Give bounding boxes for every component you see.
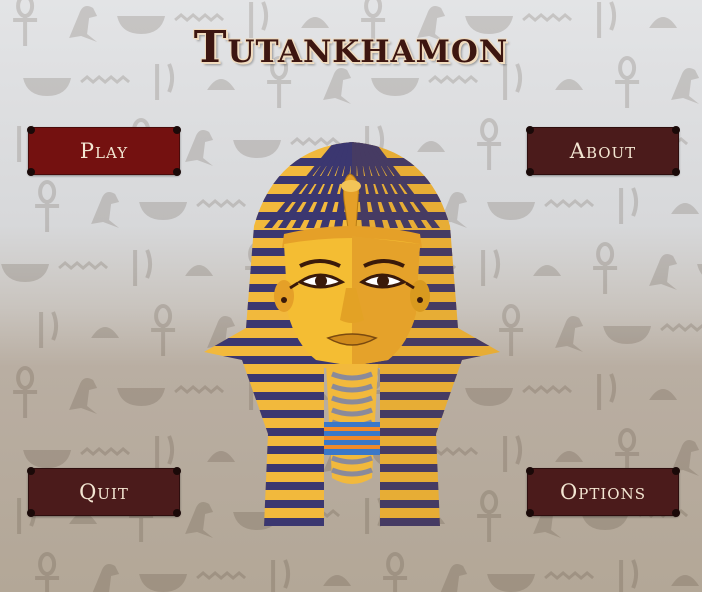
hieroglyph-bird-icon: [671, 68, 700, 104]
button-rivet: [526, 126, 534, 134]
hieroglyph-reed-icon: [39, 310, 59, 350]
headdress-stripe: [204, 500, 500, 508]
hieroglyph-reed-icon: [155, 434, 175, 474]
pharaoh-mask-icon: [204, 142, 500, 526]
button-rivet: [526, 168, 534, 176]
hieroglyph-bread-icon: [671, 575, 700, 586]
play-button-label: Play: [79, 139, 129, 163]
hieroglyph-zigzag-icon: [659, 323, 702, 332]
hieroglyph-bowl-icon: [23, 450, 72, 468]
about-button[interactable]: About: [526, 126, 680, 176]
button-rivet: [672, 509, 680, 517]
button-rivet: [173, 509, 181, 517]
hieroglyph-bread-icon: [555, 79, 584, 90]
play-button[interactable]: Play: [27, 126, 181, 176]
hieroglyph-zigzag-icon: [79, 75, 131, 84]
hieroglyph-bowl-icon: [1, 264, 50, 282]
button-rivet: [672, 126, 680, 134]
hieroglyph-zigzag-icon: [427, 75, 479, 84]
button-rivet: [526, 509, 534, 517]
quit-button[interactable]: Quit: [27, 467, 181, 517]
hieroglyph-reed-icon: [597, 372, 617, 412]
hieroglyph-bird-icon: [91, 564, 120, 592]
options-button[interactable]: Options: [526, 467, 680, 517]
options-button-label: Options: [560, 480, 646, 504]
hieroglyph-ankh-icon: [591, 242, 620, 296]
quit-button-label: Quit: [79, 480, 129, 504]
button-rivet: [526, 467, 534, 475]
hieroglyph-reed-icon: [503, 434, 523, 474]
headdress-stripe: [204, 518, 500, 526]
hieroglyph-ankh-icon: [33, 552, 62, 592]
hieroglyph-zigzag-icon: [195, 571, 247, 580]
broad-collar: [324, 422, 380, 455]
game-title: Tutankhamon: [193, 22, 509, 73]
hieroglyph-bowl-icon: [487, 574, 536, 592]
hieroglyph-zigzag-icon: [79, 447, 131, 456]
button-rivet: [173, 126, 181, 134]
hieroglyph-zigzag-icon: [543, 571, 595, 580]
button-rivet: [672, 467, 680, 475]
about-button-label: About: [569, 139, 637, 163]
hieroglyph-bowl-icon: [23, 78, 72, 96]
button-rivet: [27, 509, 35, 517]
right-ear: [410, 280, 430, 312]
earring: [417, 297, 423, 303]
button-rivet: [672, 168, 680, 176]
hieroglyph-bird-icon: [649, 254, 678, 290]
hieroglyph-ankh-icon: [33, 180, 62, 234]
hieroglyph-bird-icon: [69, 378, 98, 414]
hieroglyph-reed-icon: [619, 186, 639, 226]
hieroglyph-bread-icon: [671, 203, 700, 214]
hieroglyph-bread-icon: [555, 451, 584, 462]
hieroglyph-bird-icon: [439, 564, 468, 592]
hieroglyph-ankh-icon: [149, 304, 178, 358]
hieroglyph-bread-icon: [323, 575, 352, 586]
hieroglyph-zigzag-icon: [543, 199, 595, 208]
hieroglyph-zigzag-icon: [521, 13, 573, 22]
hieroglyph-zigzag-icon: [57, 261, 109, 270]
hieroglyph-bowl-icon: [603, 326, 652, 344]
button-rivet: [27, 126, 35, 134]
button-rivet: [27, 467, 35, 475]
hieroglyph-bird-icon: [323, 68, 352, 104]
button-rivet: [173, 467, 181, 475]
hieroglyph-zigzag-icon: [521, 385, 573, 394]
main-menu-scene: Tutankhamon Play About Quit Options: [0, 0, 702, 592]
hieroglyph-bowl-icon: [139, 202, 188, 220]
hieroglyph-bowl-icon: [139, 574, 188, 592]
hieroglyph-bowl-icon: [117, 388, 166, 406]
hieroglyph-bread-icon: [649, 389, 678, 400]
button-rivet: [27, 168, 35, 176]
hieroglyph-reed-icon: [271, 558, 291, 592]
hieroglyph-ankh-icon: [11, 366, 40, 420]
hieroglyph-bird-icon: [555, 316, 584, 352]
hieroglyph-reed-icon: [619, 558, 639, 592]
hieroglyph-bowl-icon: [371, 78, 420, 96]
earring: [281, 297, 287, 303]
hieroglyph-zigzag-icon: [173, 13, 225, 22]
hieroglyph-reed-icon: [133, 248, 153, 288]
hieroglyph-ankh-icon: [381, 552, 410, 592]
hieroglyph-bowl-icon: [697, 264, 702, 282]
hieroglyph-bird-icon: [91, 192, 120, 228]
hieroglyph-bread-icon: [91, 327, 120, 338]
uraeus-head: [341, 180, 361, 192]
button-rivet: [173, 168, 181, 176]
hieroglyph-bread-icon: [533, 265, 562, 276]
left-ear: [274, 280, 294, 312]
hieroglyph-bread-icon: [207, 79, 236, 90]
